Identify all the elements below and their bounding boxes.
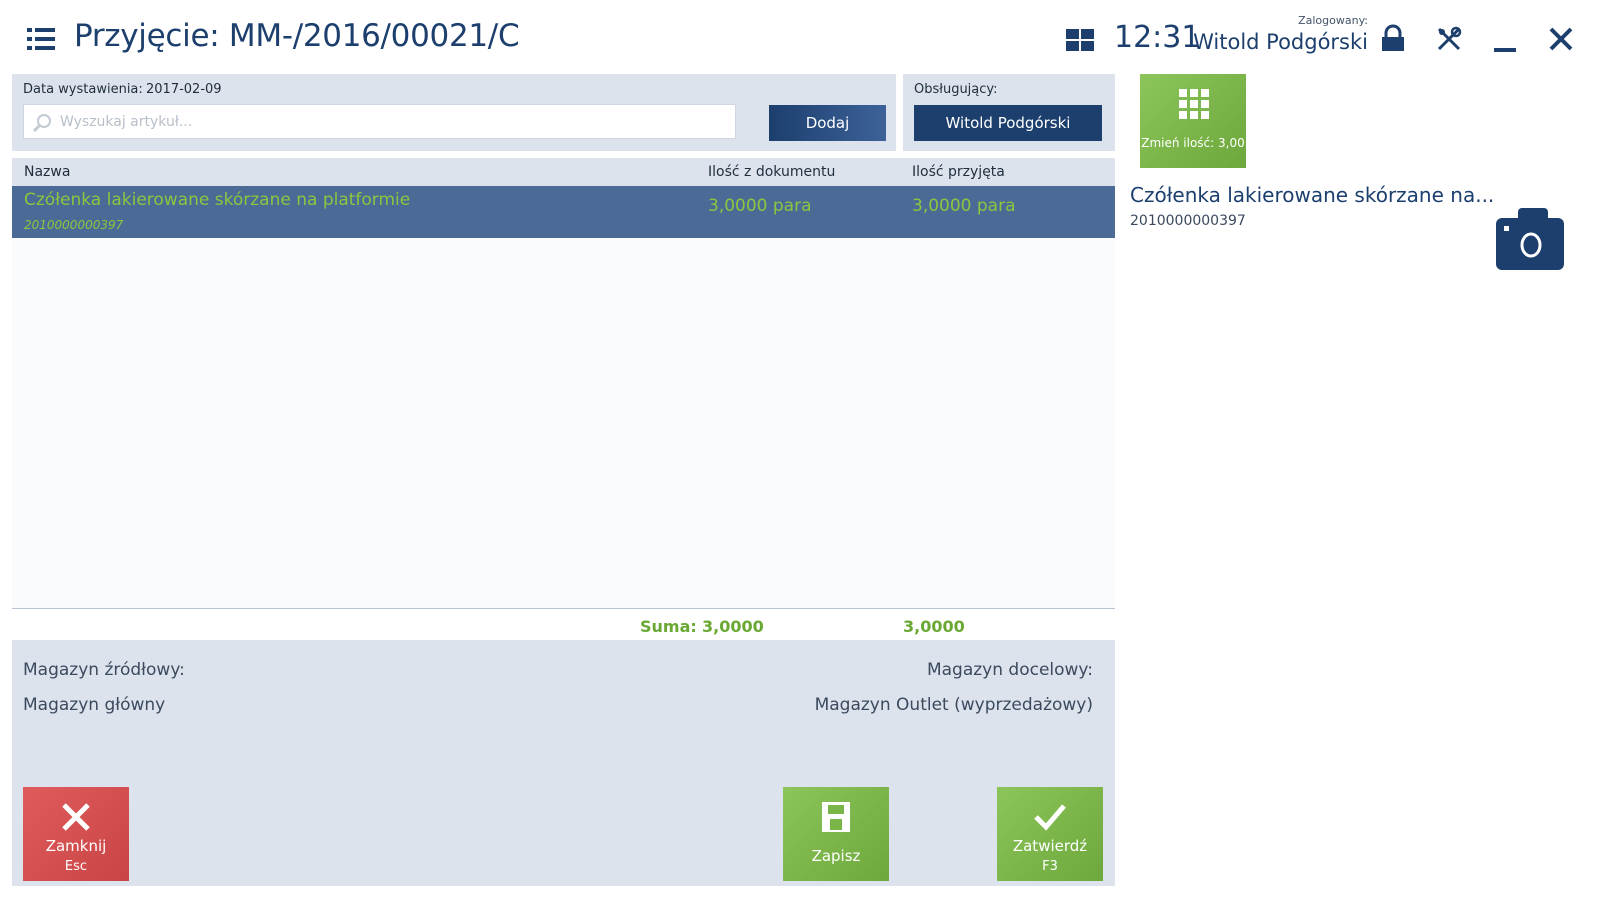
operator-button[interactable]: Witold Podgórski xyxy=(914,105,1102,141)
close-button-shortcut: Esc xyxy=(64,859,88,874)
change-quantity-label: Zmień ilość: 3,00 xyxy=(1141,136,1245,150)
document-info-panel: Data wystawienia: 2017-02-09 Dodaj xyxy=(12,74,896,151)
detail-item-name: Czółenka lakierowane skórzane na... xyxy=(1130,183,1495,207)
search-input[interactable] xyxy=(60,111,720,133)
items-table: Nazwa Ilość z dokumentu Ilość przyjęta C… xyxy=(12,158,1115,608)
source-warehouse-label: Magazyn źródłowy: xyxy=(23,660,185,680)
close-icon xyxy=(62,803,90,831)
sum-qty-received: 3,0000 xyxy=(903,617,965,636)
lock-button[interactable] xyxy=(1378,24,1408,54)
close-button-label: Zamknij xyxy=(45,837,107,855)
column-name[interactable]: Nazwa xyxy=(24,164,70,180)
source-warehouse-value: Magazyn główny xyxy=(23,695,166,715)
table-header: Nazwa Ilość z dokumentu Ilość przyjęta xyxy=(12,158,1115,186)
save-button-label: Zapisz xyxy=(811,847,861,865)
save-button[interactable]: Zapisz xyxy=(783,787,889,881)
row-qty-document: 3,0000 para xyxy=(708,196,812,216)
minimize-button[interactable] xyxy=(1490,24,1520,54)
close-window-button[interactable] xyxy=(1546,24,1576,54)
add-button[interactable]: Dodaj xyxy=(769,105,886,141)
confirm-button-label: Zatwierdź xyxy=(1012,837,1088,855)
app-header: Przyjęcie: MM-/2016/00021/C 12:31 Zalogo… xyxy=(0,0,1600,72)
sum-label: Suma: xyxy=(640,617,697,636)
operator-panel: Obsługujący: Witold Podgórski xyxy=(903,74,1115,151)
floppy-disk-icon xyxy=(822,802,850,832)
warehouse-panel: Magazyn źródłowy: Magazyn główny Magazyn… xyxy=(12,640,1115,886)
sum-qty-document: 3,0000 xyxy=(702,617,764,636)
camera-icon xyxy=(1496,208,1564,270)
confirm-button[interactable]: Zatwierdź F3 xyxy=(997,787,1103,881)
column-qty-document[interactable]: Ilość z dokumentu xyxy=(708,164,835,180)
change-quantity-button[interactable]: Zmień ilość: 3,00 xyxy=(1140,74,1246,168)
target-warehouse-label: Magazyn docelowy: xyxy=(926,660,1093,680)
logged-in-label: Zalogowany: xyxy=(1298,14,1368,27)
table-row[interactable]: Czółenka lakierowane skórzane na platfor… xyxy=(12,186,1115,238)
target-warehouse-value: Magazyn Outlet (wyprzedażowy) xyxy=(814,695,1093,715)
date-value: 2017-02-09 xyxy=(146,82,222,97)
row-qty-received: 3,0000 para xyxy=(912,196,1016,216)
tiles-view-icon[interactable] xyxy=(1066,29,1094,51)
minimize-icon xyxy=(1494,48,1516,52)
operator-label: Obsługujący: xyxy=(914,82,998,97)
clock: 12:31 xyxy=(1114,20,1201,55)
page-title: Przyjęcie: MM-/2016/00021/C xyxy=(74,18,520,54)
close-button[interactable]: Zamknij Esc xyxy=(23,787,129,881)
search-icon xyxy=(32,114,51,133)
numpad-icon xyxy=(1179,89,1209,119)
confirm-button-shortcut: F3 xyxy=(1042,859,1058,874)
logged-in-user: Witold Podgórski xyxy=(1193,30,1368,54)
lock-icon xyxy=(1382,24,1404,51)
tools-icon xyxy=(1437,26,1462,51)
sum-bar: Suma: 3,0000 3,0000 xyxy=(12,608,1115,640)
column-qty-received[interactable]: Ilość przyjęta xyxy=(912,164,1005,180)
close-icon xyxy=(1549,27,1573,51)
menu-icon[interactable] xyxy=(27,28,55,50)
settings-button[interactable] xyxy=(1434,24,1464,54)
row-item-name: Czółenka lakierowane skórzane na platfor… xyxy=(24,190,411,210)
detail-item-code: 2010000000397 xyxy=(1130,213,1246,229)
row-item-code: 2010000000397 xyxy=(24,218,124,232)
camera-button[interactable] xyxy=(1494,202,1566,274)
search-box xyxy=(23,104,736,139)
date-label: Data wystawienia: xyxy=(23,82,143,97)
checkmark-icon xyxy=(1034,804,1066,831)
